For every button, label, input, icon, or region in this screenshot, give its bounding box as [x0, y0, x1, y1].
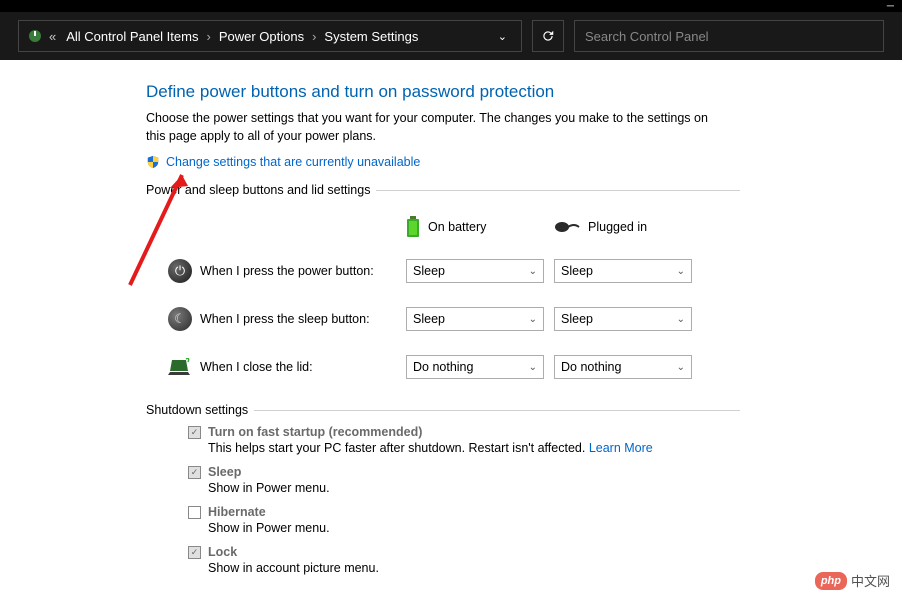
- lock-item: ✓ Lock Show in account picture menu.: [188, 545, 740, 575]
- page-description: Choose the power settings that you want …: [146, 110, 711, 145]
- hibernate-checkbox[interactable]: [188, 506, 201, 519]
- sleep-button-icon: ☾: [168, 307, 192, 331]
- watermark-text: 中文网: [851, 571, 890, 590]
- lock-checkbox[interactable]: ✓: [188, 546, 201, 559]
- breadcrumb-sep: ›: [206, 29, 210, 44]
- search-box[interactable]: [574, 20, 884, 52]
- refresh-icon: [541, 29, 555, 43]
- learn-more-link[interactable]: Learn More: [589, 441, 653, 455]
- chevron-down-icon: ⌄: [677, 314, 685, 325]
- power-options-icon: [27, 28, 43, 44]
- address-dropdown-icon[interactable]: ⌄: [492, 30, 513, 43]
- chevron-down-icon: ⌄: [529, 362, 537, 373]
- sleep-button-row: ☾ When I press the sleep button: Sleep⌄ …: [166, 295, 740, 343]
- breadcrumb-box[interactable]: « All Control Panel Items › Power Option…: [18, 20, 522, 52]
- breadcrumb-item-0[interactable]: All Control Panel Items: [66, 29, 198, 44]
- hibernate-item: Hibernate Show in Power menu.: [188, 505, 740, 535]
- watermark: php 中文网: [815, 571, 890, 590]
- breadcrumb-prefix: «: [49, 29, 56, 44]
- sleep-checkbox[interactable]: ✓: [188, 466, 201, 479]
- change-settings-row: Change settings that are currently unava…: [146, 155, 740, 169]
- search-input[interactable]: [585, 29, 873, 44]
- refresh-button[interactable]: [532, 20, 564, 52]
- change-settings-link[interactable]: Change settings that are currently unava…: [166, 155, 420, 169]
- address-bar: « All Control Panel Items › Power Option…: [0, 12, 902, 60]
- battery-icon: [406, 216, 420, 238]
- shield-icon: [146, 155, 160, 169]
- minimize-button[interactable]: ─: [887, 1, 894, 12]
- titlebar: ─: [0, 0, 902, 12]
- power-button-icon: ⏻: [168, 259, 192, 283]
- power-button-row: ⏻ When I press the power button: Sleep⌄ …: [166, 247, 740, 295]
- breadcrumb-item-2[interactable]: System Settings: [324, 29, 418, 44]
- sleep-plugged-select[interactable]: Sleep⌄: [554, 307, 692, 331]
- buttons-lid-section-header: Power and sleep buttons and lid settings: [146, 183, 740, 197]
- close-lid-row: When I close the lid: Do nothing⌄ Do not…: [166, 343, 740, 391]
- column-headers: On battery Plugged in: [166, 207, 740, 247]
- lid-plugged-select[interactable]: Do nothing⌄: [554, 355, 692, 379]
- fast-startup-item: ✓ Turn on fast startup (recommended) Thi…: [188, 425, 740, 455]
- page-title: Define power buttons and turn on passwor…: [146, 82, 740, 102]
- sleep-item: ✓ Sleep Show in Power menu.: [188, 465, 740, 495]
- shutdown-section-header: Shutdown settings: [146, 403, 740, 417]
- plugged-in-icon: [554, 220, 580, 234]
- power-battery-select[interactable]: Sleep⌄: [406, 259, 544, 283]
- content-area: Define power buttons and turn on passwor…: [0, 60, 740, 575]
- power-plugged-select[interactable]: Sleep⌄: [554, 259, 692, 283]
- watermark-badge: php: [815, 572, 847, 590]
- chevron-down-icon: ⌄: [677, 266, 685, 277]
- chevron-down-icon: ⌄: [529, 266, 537, 277]
- sleep-battery-select[interactable]: Sleep⌄: [406, 307, 544, 331]
- breadcrumb-sep: ›: [312, 29, 316, 44]
- breadcrumb-item-1[interactable]: Power Options: [219, 29, 304, 44]
- chevron-down-icon: ⌄: [677, 362, 685, 373]
- laptop-lid-icon: [168, 358, 192, 376]
- chevron-down-icon: ⌄: [529, 314, 537, 325]
- fast-startup-checkbox[interactable]: ✓: [188, 426, 201, 439]
- lid-battery-select[interactable]: Do nothing⌄: [406, 355, 544, 379]
